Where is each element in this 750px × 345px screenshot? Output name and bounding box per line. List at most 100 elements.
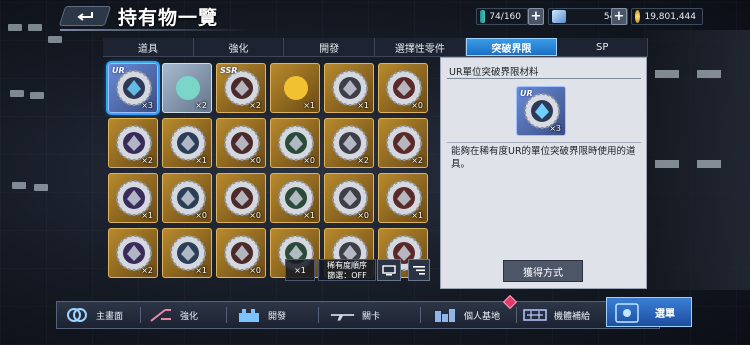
nav-personal-base-label: 個人基地	[464, 311, 501, 322]
menu-icon	[615, 303, 639, 326]
nav-stage-label: 關卡	[362, 311, 381, 322]
tab-limit-break[interactable]: 突破界限	[465, 38, 558, 56]
detail-title: UR單位突破界限材料	[449, 67, 539, 78]
item-count: ×2	[141, 266, 153, 275]
nav-enhance-label: 強化	[180, 311, 199, 322]
item-slot[interactable]: ×1	[270, 63, 320, 113]
item-count: ×0	[357, 211, 369, 220]
nav-personal-base[interactable]: 個人基地	[432, 301, 500, 329]
item-count: ×1	[195, 156, 207, 165]
item-slot[interactable]: ×0	[270, 118, 320, 168]
nav-develop-label: 開發	[268, 311, 287, 322]
item-count: ×2	[357, 156, 369, 165]
item-count: ×0	[195, 211, 207, 220]
wrench-icon	[148, 306, 174, 324]
item-slot[interactable]: ×0	[324, 173, 374, 223]
item-slot[interactable]: ×2	[162, 63, 212, 113]
nav-separator	[516, 307, 517, 323]
nav-unit-supply[interactable]: 機體補給	[522, 301, 590, 329]
background-lights	[0, 0, 100, 260]
tab-develop[interactable]: 開發	[284, 38, 376, 56]
item-count: ×2	[411, 156, 423, 165]
sort-direction-button[interactable]	[408, 259, 430, 281]
item-rank-tag: UR	[112, 66, 125, 75]
item-slot[interactable]: ×0	[216, 228, 266, 278]
category-tabs: 道具 強化 開發 選擇性零件 突破界限 SP	[103, 38, 649, 57]
nav-separator	[226, 307, 227, 323]
base-icon	[432, 306, 458, 324]
nav-separator	[140, 307, 141, 323]
item-count: ×2	[195, 101, 207, 110]
sort-bar: ×1 稀有度順序 篩選：OFF ×	[285, 259, 430, 283]
header: 持有物一覽 74/160 + 540 + 19,801,444	[0, 0, 750, 32]
item-slot[interactable]: ×1	[378, 173, 428, 223]
add-stamina-button[interactable]: +	[528, 8, 544, 25]
detail-divider	[447, 78, 641, 79]
item-slot[interactable]: ×1	[108, 173, 158, 223]
tab-optional-parts[interactable]: 選擇性零件	[375, 38, 466, 56]
item-slot[interactable]: ×1	[162, 118, 212, 168]
home-icon	[64, 306, 90, 324]
add-premium-button[interactable]: +	[611, 8, 627, 25]
item-count: ×1	[141, 211, 153, 220]
sort-filter-button[interactable]: 稀有度順序 篩選：OFF	[318, 259, 376, 281]
item-count: ×1	[195, 266, 207, 275]
item-slot[interactable]: ×1	[270, 173, 320, 223]
item-count: ×1	[411, 211, 423, 220]
nav-develop[interactable]: 開發	[236, 301, 286, 329]
nav-home-label: 主畫面	[96, 311, 124, 322]
item-slot[interactable]: ×0	[216, 173, 266, 223]
sort-count: ×1	[285, 259, 315, 281]
nav-enhance[interactable]: 強化	[148, 301, 198, 329]
tab-enhance[interactable]: 強化	[194, 38, 285, 56]
item-detail-panel: UR單位突破界限材料 UR ×3 能夠在稀有度UR的單位突破界限時使用的道具。 …	[440, 57, 647, 289]
tab-sp[interactable]: SP	[557, 38, 649, 56]
sort-order-label: 稀有度順序	[327, 261, 367, 270]
item-slot[interactable]: ×2	[108, 228, 158, 278]
coin-counter: 19,801,444	[631, 8, 703, 25]
back-button[interactable]	[58, 6, 112, 26]
item-slot[interactable]: ×1	[162, 228, 212, 278]
nav-stage[interactable]: 關卡	[330, 301, 380, 329]
bottom-navigation: 主畫面 強化 開發 關卡 個人基地 機體補給 選單	[0, 294, 750, 333]
supply-icon	[522, 306, 548, 324]
item-rank-tag: SSR	[220, 66, 238, 75]
coin-icon	[635, 10, 641, 23]
detail-item-icon: UR ×3	[516, 86, 566, 136]
tab-items[interactable]: 道具	[103, 38, 194, 56]
item-slot[interactable]: SSR ×2	[216, 63, 266, 113]
nav-home[interactable]: 主畫面	[64, 301, 123, 329]
item-count: ×0	[303, 156, 315, 165]
detail-rank-tag: UR	[520, 89, 533, 98]
factory-icon	[236, 306, 262, 324]
nav-separator	[420, 307, 421, 323]
item-count: ×2	[141, 156, 153, 165]
item-slot[interactable]: ×2	[378, 118, 428, 168]
sort-lines-icon	[413, 266, 425, 275]
back-arrow-icon	[77, 12, 93, 21]
item-count: ×0	[411, 101, 423, 110]
stamina-counter: 74/160	[476, 8, 528, 25]
item-count: ×1	[303, 101, 315, 110]
detail-description: 能夠在稀有度UR的單位突破界限時使用的道具。	[451, 146, 636, 170]
item-count: ×0	[249, 266, 261, 275]
title-underline	[60, 29, 250, 31]
item-slot[interactable]: ×0	[216, 118, 266, 168]
view-toggle-button[interactable]	[377, 259, 401, 281]
item-slot[interactable]: ×2	[108, 118, 158, 168]
item-count: ×0	[249, 211, 261, 220]
background-panel-right	[645, 30, 750, 290]
item-slot[interactable]: UR ×3	[108, 63, 158, 113]
nav-menu[interactable]: 選單	[606, 297, 692, 327]
item-slot[interactable]: ×1	[324, 63, 374, 113]
page-title: 持有物一覽	[118, 7, 219, 29]
item-slot[interactable]: ×2	[324, 118, 374, 168]
battery-icon	[480, 10, 486, 23]
item-count: ×3	[141, 101, 153, 110]
nav-separator	[318, 307, 319, 323]
item-slot[interactable]: ×0	[162, 173, 212, 223]
nav-menu-label: 選單	[655, 308, 675, 320]
display-icon	[382, 264, 396, 275]
item-slot[interactable]: ×0	[378, 63, 428, 113]
obtain-method-button[interactable]: 獲得方式	[503, 260, 583, 282]
